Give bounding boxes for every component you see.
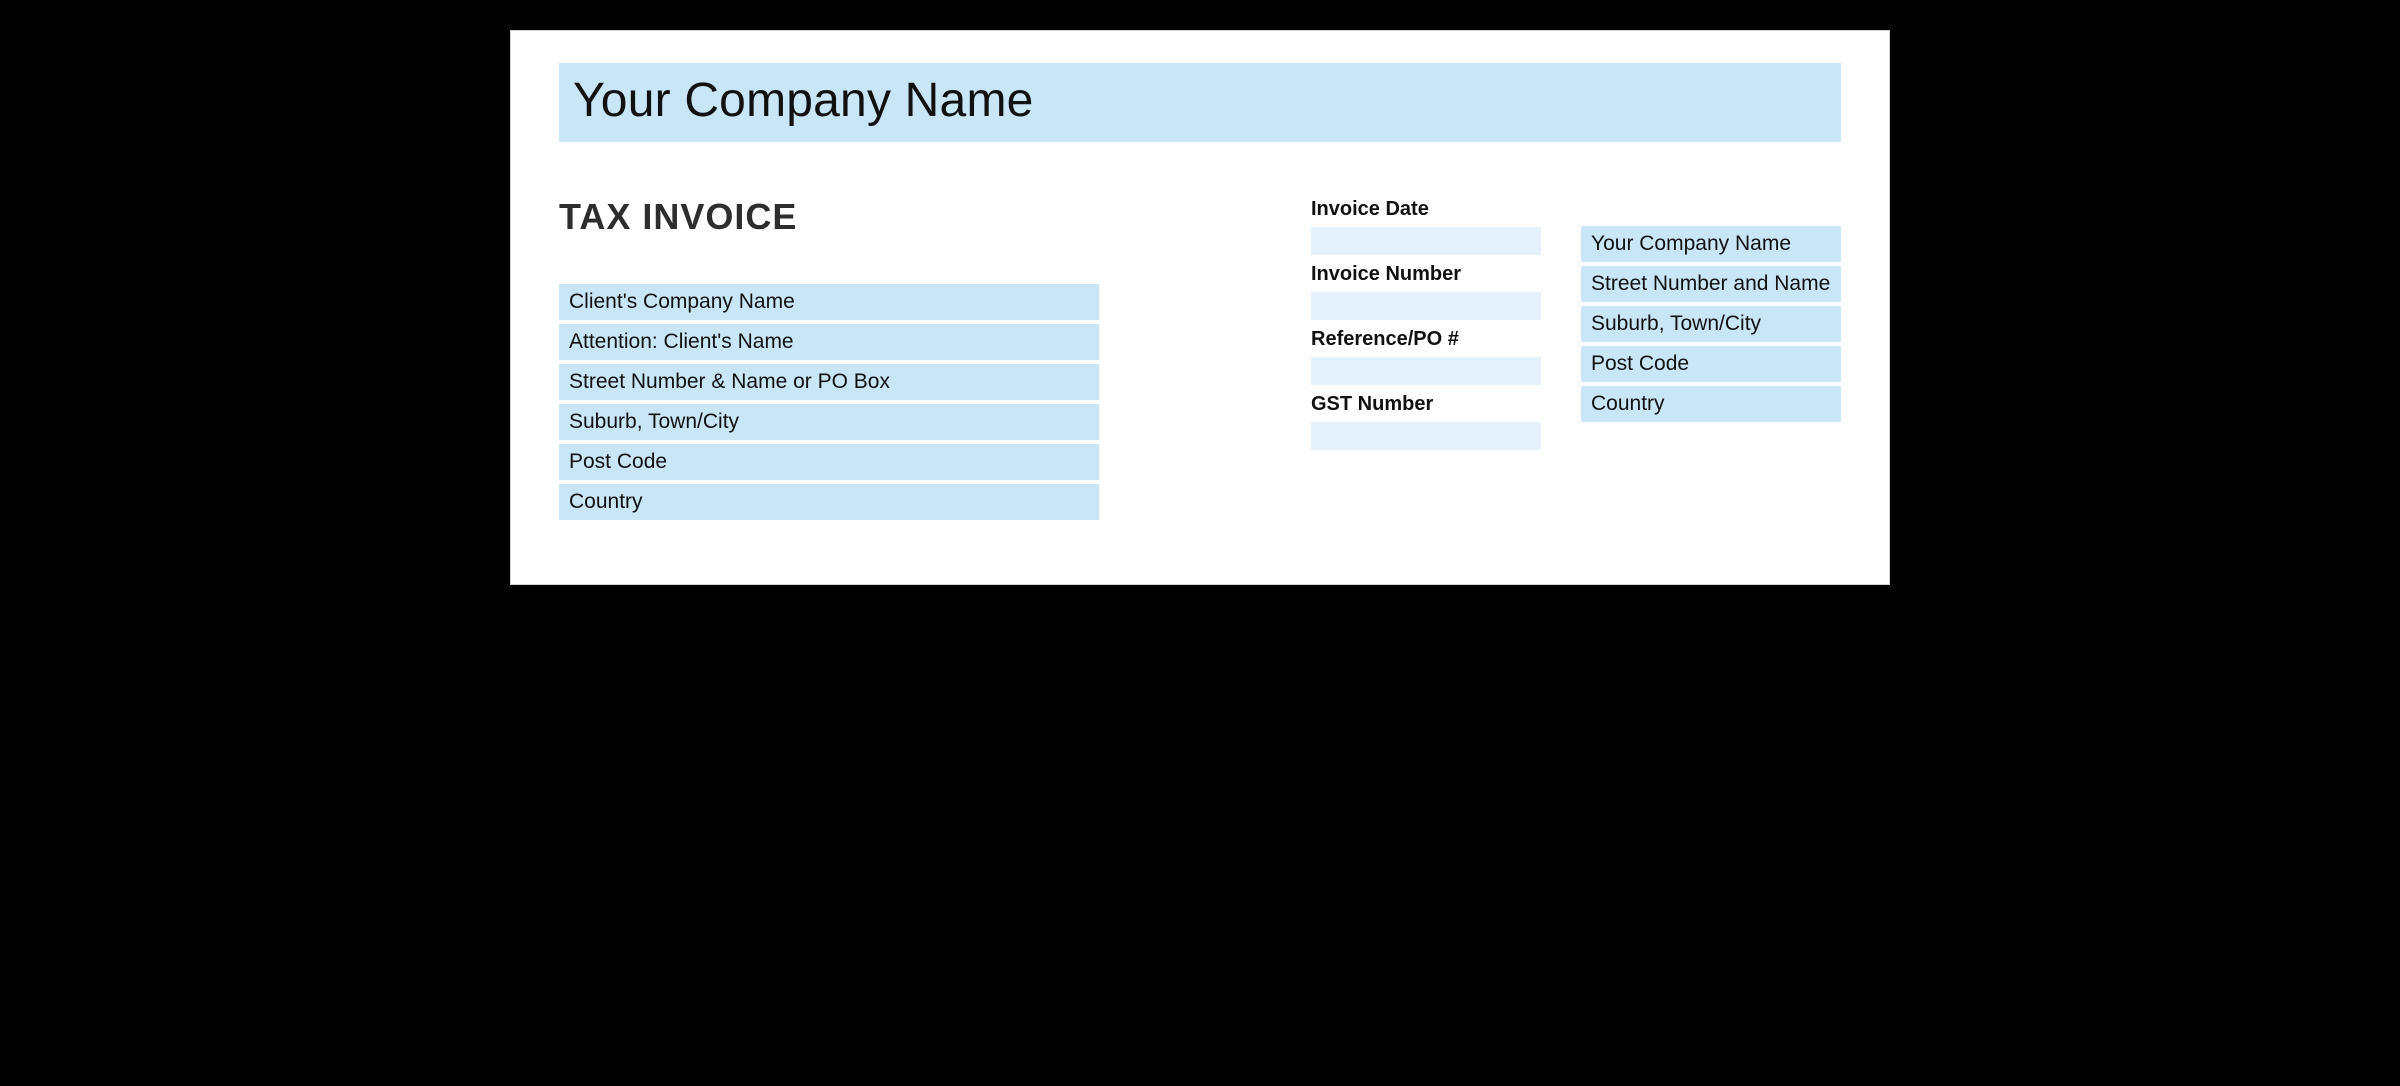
document-title: TAX INVOICE bbox=[559, 196, 1099, 238]
client-attention-field[interactable]: Attention: Client's Name bbox=[559, 324, 1099, 360]
client-postcode-field[interactable]: Post Code bbox=[559, 444, 1099, 480]
content-columns: TAX INVOICE Client's Company Name Attent… bbox=[559, 196, 1841, 520]
gst-number-field[interactable] bbox=[1311, 422, 1541, 450]
reference-po-group: Reference/PO # bbox=[1311, 326, 1541, 385]
company-name-banner[interactable]: Your Company Name bbox=[559, 63, 1841, 142]
client-street-field[interactable]: Street Number & Name or PO Box bbox=[559, 364, 1099, 400]
company-street-field[interactable]: Street Number and Name bbox=[1581, 266, 1841, 302]
company-postcode-field[interactable]: Post Code bbox=[1581, 346, 1841, 382]
gst-number-group: GST Number bbox=[1311, 391, 1541, 450]
client-country-field[interactable]: Country bbox=[559, 484, 1099, 520]
client-suburb-field[interactable]: Suburb, Town/City bbox=[559, 404, 1099, 440]
invoice-number-group: Invoice Number bbox=[1311, 261, 1541, 320]
client-address-block: Client's Company Name Attention: Client'… bbox=[559, 284, 1099, 520]
invoice-date-field[interactable] bbox=[1311, 227, 1541, 255]
company-name-text: Your Company Name bbox=[573, 73, 1827, 128]
company-name-field[interactable]: Your Company Name bbox=[1581, 226, 1841, 262]
reference-po-field[interactable] bbox=[1311, 357, 1541, 385]
invoice-number-label: Invoice Number bbox=[1311, 261, 1541, 288]
gst-number-label: GST Number bbox=[1311, 391, 1541, 418]
reference-po-label: Reference/PO # bbox=[1311, 326, 1541, 353]
company-suburb-field[interactable]: Suburb, Town/City bbox=[1581, 306, 1841, 342]
invoice-meta-column: Invoice Date Invoice Number Reference/PO… bbox=[1311, 196, 1541, 456]
left-column: TAX INVOICE Client's Company Name Attent… bbox=[559, 196, 1099, 520]
invoice-date-label: Invoice Date bbox=[1311, 196, 1541, 223]
client-company-field[interactable]: Client's Company Name bbox=[559, 284, 1099, 320]
company-country-field[interactable]: Country bbox=[1581, 386, 1841, 422]
company-address-block: Your Company Name Street Number and Name… bbox=[1581, 226, 1841, 422]
invoice-date-group: Invoice Date bbox=[1311, 196, 1541, 255]
invoice-number-field[interactable] bbox=[1311, 292, 1541, 320]
invoice-page: Your Company Name TAX INVOICE Client's C… bbox=[510, 30, 1890, 585]
